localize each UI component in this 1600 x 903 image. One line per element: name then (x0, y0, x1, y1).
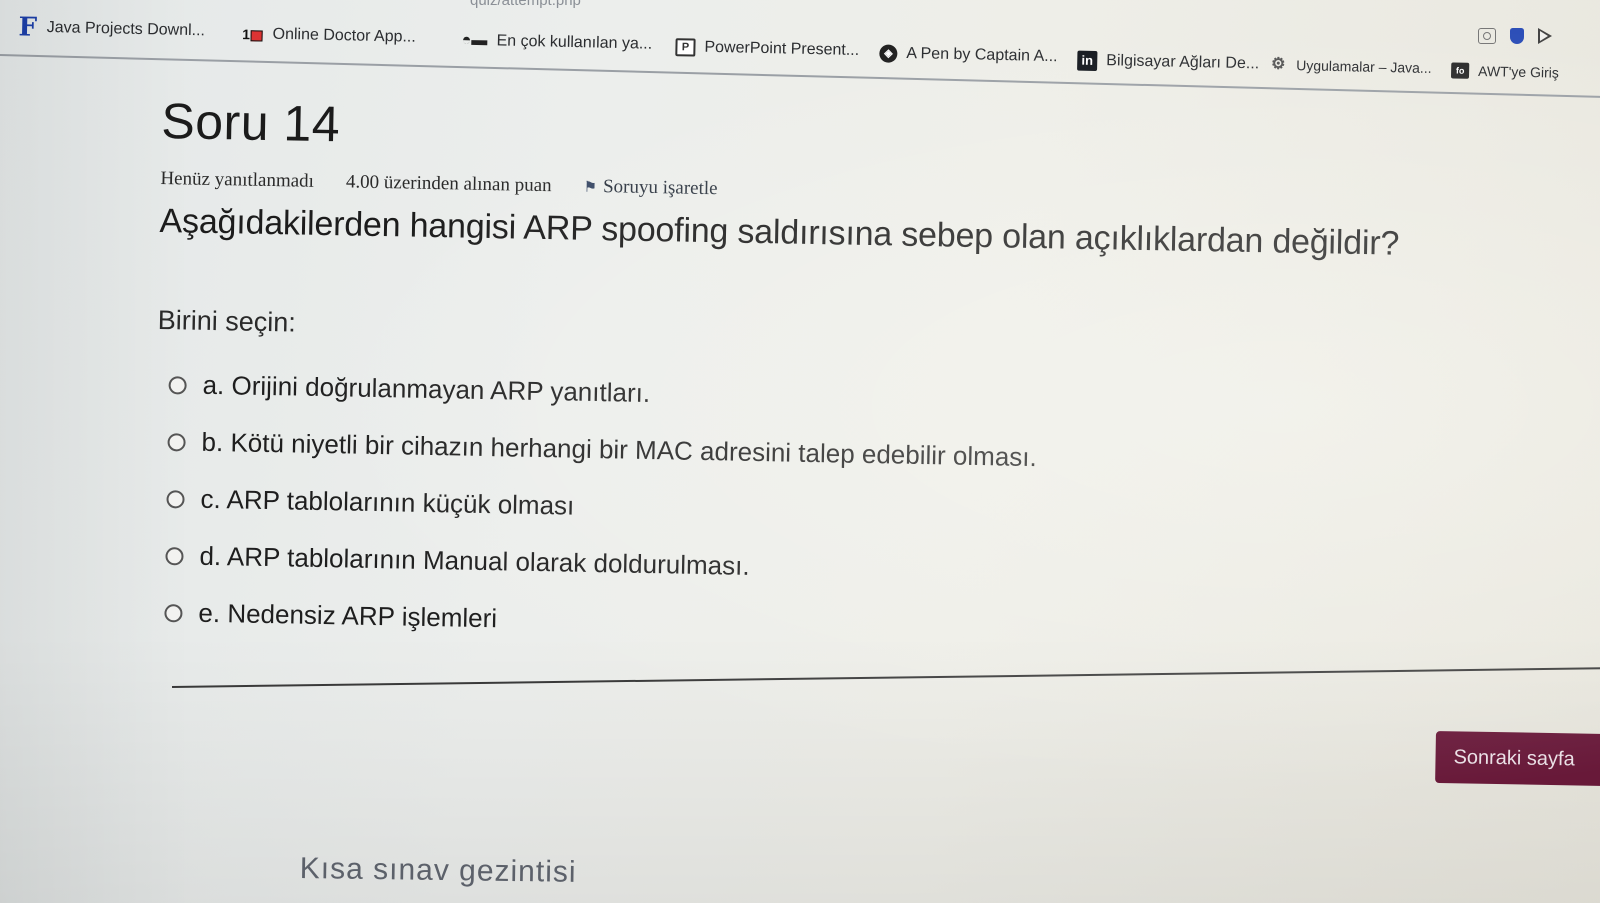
radio-button[interactable] (165, 546, 184, 565)
shield-icon[interactable] (1510, 28, 1524, 44)
10-logo-icon: 1 (241, 26, 264, 42)
next-page-button[interactable]: Sonraki sayfa (1435, 731, 1600, 787)
bookmark-online-doctor[interactable]: 1 Online Doctor App... (241, 25, 416, 47)
screenshot-icon[interactable] (1478, 28, 1496, 44)
question-points: 4.00 üzerinden alınan puan (345, 171, 552, 197)
option-label: e. Nedensiz ARP işlemleri (198, 597, 498, 634)
answer-prompt: Birini seçin: (157, 304, 297, 338)
radio-button[interactable] (168, 375, 187, 394)
bookmark-label: En çok kullanılan ya... (496, 32, 653, 53)
question-status: Henüz yanıtlanmadı (160, 167, 315, 192)
browser-toolbar-icons (1478, 28, 1552, 44)
option-label: d. ARP tablolarının Manual olarak doldur… (199, 540, 750, 581)
bookmark-label: Java Projects Downl... (46, 18, 206, 40)
content-divider (172, 667, 1600, 688)
powerpoint-icon: P (675, 38, 696, 57)
option-label: b. Kötü niyetli bir cihazın herhangi bir… (201, 426, 1038, 473)
quiz-navigation-heading: Kısa sınav gezintisi (299, 852, 577, 889)
bookmark-label: Uygulamalar – Java... (1296, 57, 1432, 76)
bookmark-powerpoint[interactable]: P PowerPoint Present... (675, 38, 859, 60)
answer-options: a. Orijini doğrulanmayan ARP yanıtları. … (164, 356, 1577, 667)
radio-button[interactable] (167, 432, 186, 451)
bookmark-awt[interactable]: fo AWT'ye Giriş (1450, 62, 1559, 81)
bookmark-label: Online Doctor App... (272, 25, 416, 46)
bookmark-label: AWT'ye Giriş (1477, 62, 1559, 81)
car-icon: ◓▬ (461, 31, 488, 50)
bookmark-en-cok-kullanilan[interactable]: ◓▬ En çok kullanılan ya... (461, 31, 653, 54)
option-label: a. Orijini doğrulanmayan ARP yanıtları. (202, 369, 651, 408)
question-container: Soru 14 Henüz yanıtlanmadı 4.00 üzerinde… (152, 92, 1582, 667)
flag-icon: ⚑ (583, 179, 598, 196)
option-label: c. ARP tablolarının küçük olması (200, 483, 575, 521)
radio-button[interactable] (164, 603, 183, 622)
bookmark-uygulamalar[interactable]: ⚙ Uygulamalar – Java... (1269, 55, 1432, 76)
bookmark-bilgisayar-aglari[interactable]: in Bilgisayar Ağları De... (1077, 50, 1260, 75)
flag-question-link[interactable]: ⚑ Soruyu işaretle (583, 176, 717, 200)
bookmark-label: A Pen by Captain A... (906, 44, 1058, 66)
awt-icon: fo (1450, 62, 1470, 79)
linkedin-icon: in (1077, 50, 1098, 71)
codepen-icon: ◈ (879, 44, 898, 63)
apps-icon: ⚙ (1270, 55, 1286, 73)
bookmark-codepen[interactable]: ◈ A Pen by Captain A... (879, 44, 1058, 66)
question-title: Soru 14 (160, 92, 341, 153)
f-logo-icon: F (18, 12, 38, 43)
flag-label: Soruyu işaretle (602, 176, 718, 200)
url-fragment: quiz/attempt.php (470, 0, 581, 9)
radio-button[interactable] (166, 489, 185, 508)
bookmark-java-projects[interactable]: F Java Projects Downl... (18, 12, 206, 43)
bookmark-label: Bilgisayar Ağları De... (1106, 52, 1260, 73)
play-icon[interactable] (1538, 28, 1552, 44)
bookmark-label: PowerPoint Present... (704, 38, 860, 59)
